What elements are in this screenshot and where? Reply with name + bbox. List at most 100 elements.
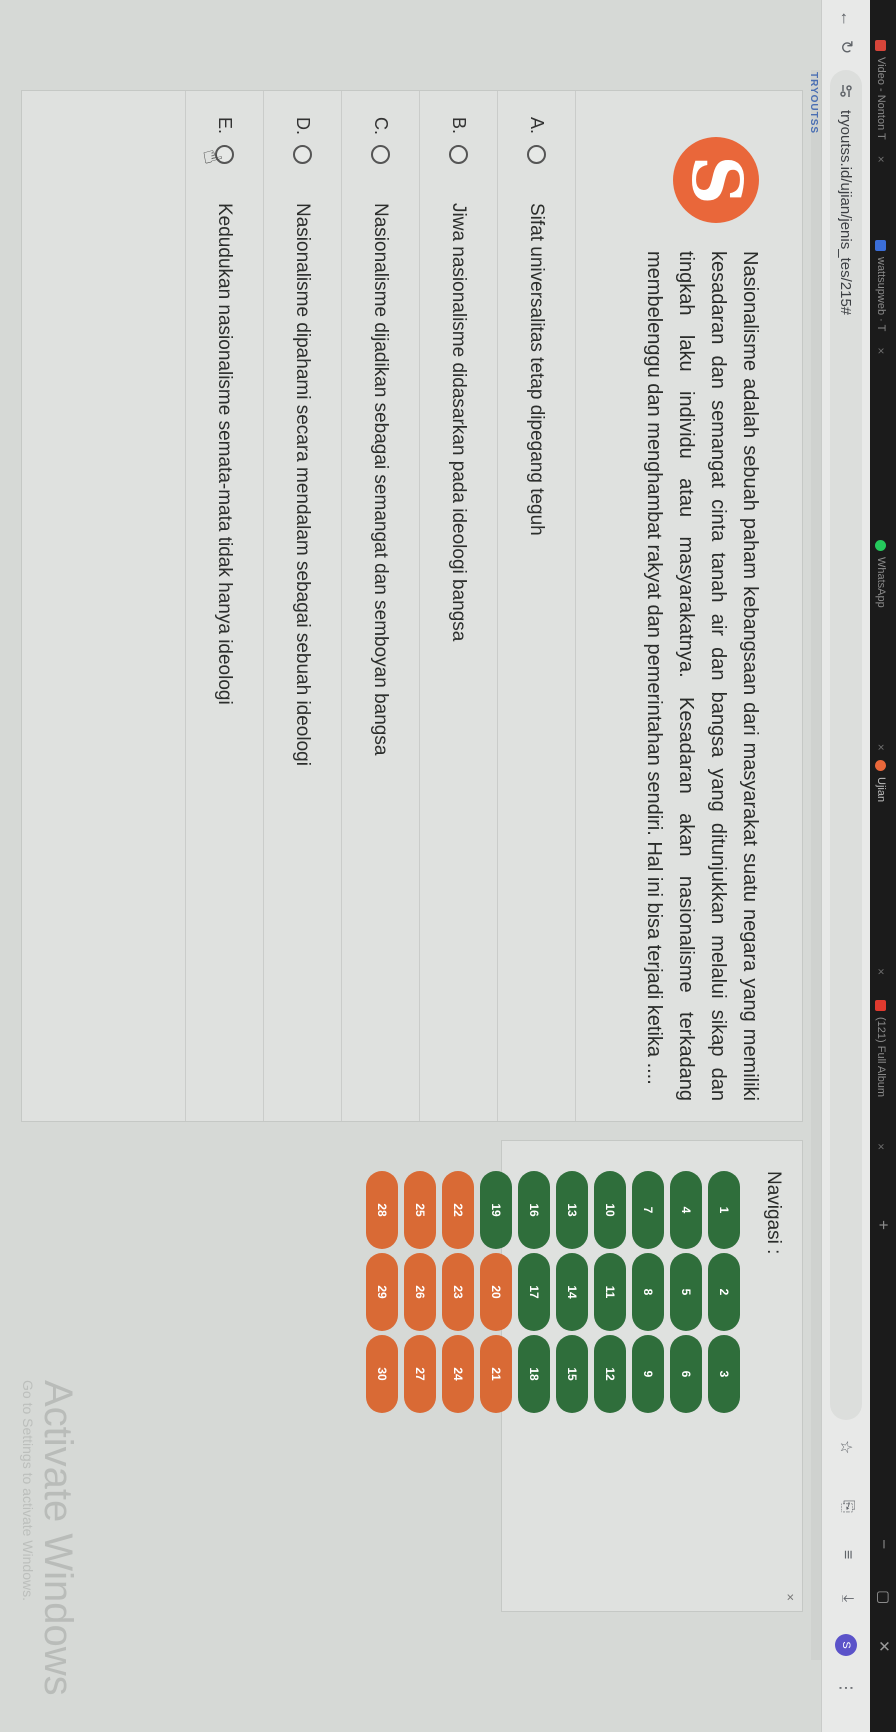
question-nav-button[interactable]: 24 <box>442 1335 474 1413</box>
question-nav-button[interactable]: 6 <box>670 1335 702 1413</box>
question-nav-button[interactable]: 26 <box>404 1253 436 1331</box>
option-letter: D. <box>293 117 313 135</box>
question-nav-button[interactable]: 10 <box>594 1171 626 1249</box>
question-nav-button[interactable]: 5 <box>670 1253 702 1331</box>
tab-strip: Video - Nonton T × wattsupweb · T × What… <box>870 0 896 1732</box>
watermark-title: Activate Windows <box>36 1380 80 1696</box>
star-icon[interactable]: ☆ <box>836 1440 856 1454</box>
tab-favicon <box>875 540 887 551</box>
tab-ujian[interactable]: Ujian × <box>871 760 891 975</box>
back-icon[interactable]: ← <box>836 10 856 27</box>
page-content: TRYOUTSS S Nasionalisme adalah sebuah pa… <box>0 0 821 1732</box>
option-c[interactable]: C. Nasionalisme dijadikan sebagai semang… <box>342 91 420 1121</box>
avatar[interactable]: S <box>835 1634 857 1656</box>
question-nav-button[interactable]: 17 <box>518 1253 550 1331</box>
close-icon[interactable]: × <box>783 1593 798 1601</box>
close-icon[interactable]: × <box>874 1143 888 1150</box>
option-d[interactable]: D. Nasionalisme dipahami secara mendalam… <box>264 91 342 1121</box>
site-brand[interactable]: TRYOUTSS <box>808 72 819 134</box>
tab-full-album[interactable]: (121) Full Album × <box>871 1000 891 1150</box>
question-number-grid: 1 2 3 4 5 6 7 8 9 10 11 12 13 14 15 16 17 18 19 20 21 22 23 24 2… <box>366 1171 740 1413</box>
question-nav-button[interactable]: 30 <box>366 1335 398 1413</box>
navigation-panel: Navigasi : × 1 2 3 4 5 6 7 8 9 10 11 12 13 14 15 16 17 18… <box>366 1140 803 1612</box>
radio-button[interactable] <box>371 145 390 164</box>
logo: S <box>673 137 759 223</box>
radio-button[interactable] <box>449 145 468 164</box>
tab-favicon <box>875 1000 887 1011</box>
close-icon[interactable]: × <box>874 744 888 751</box>
question-nav-button[interactable]: 18 <box>518 1335 550 1413</box>
close-icon[interactable]: × <box>874 156 888 163</box>
question-nav-button[interactable]: 3 <box>708 1335 740 1413</box>
download-icon[interactable]: ⤓ <box>838 1595 856 1602</box>
question-nav-button[interactable]: 9 <box>632 1335 664 1413</box>
question-nav-button[interactable]: 13 <box>556 1171 588 1249</box>
tab-wattsupweb[interactable]: wattsupweb · T × <box>871 240 891 354</box>
option-text: Nasionalisme dijadikan sebagai semangat … <box>370 203 392 756</box>
question-nav-button[interactable]: 1 <box>708 1171 740 1249</box>
tab-video[interactable]: Video - Nonton T × <box>871 40 891 163</box>
option-b[interactable]: B. Jiwa nasionalisme didasarkan pada ide… <box>420 91 498 1121</box>
question-nav-button[interactable]: 4 <box>670 1171 702 1249</box>
question-nav-button[interactable]: 19 <box>480 1171 512 1249</box>
question-nav-button[interactable]: 16 <box>518 1171 550 1249</box>
question-nav-button[interactable]: 28 <box>366 1171 398 1249</box>
option-text: Sifat universalitas tetap dipegang teguh <box>526 203 548 536</box>
playlist-icon[interactable]: ≡ <box>838 1550 856 1559</box>
close-icon[interactable]: × <box>874 968 888 975</box>
question-nav-button[interactable]: 7 <box>632 1171 664 1249</box>
question-nav-button[interactable]: 15 <box>556 1335 588 1413</box>
watermark-subtitle: Go to Settings to activate Windows. <box>20 1380 36 1601</box>
tab-favicon <box>875 240 887 251</box>
tab-label: WhatsApp <box>875 557 887 608</box>
question-nav-button[interactable]: 12 <box>594 1335 626 1413</box>
navigation-title: Navigasi : <box>763 1171 784 1255</box>
question-nav-button[interactable]: 11 <box>594 1253 626 1331</box>
option-e[interactable]: E. Kedudukan nasionalisme semata-mata ti… <box>185 91 264 1121</box>
option-a[interactable]: A. Sifat universalitas tetap dipegang te… <box>498 91 576 1121</box>
address-bar[interactable]: tryoutss.id/ujian/jenis_tes/215# <box>830 70 862 1420</box>
option-letter: B. <box>449 117 469 135</box>
tab-label: Video - Nonton T <box>875 57 887 140</box>
tab-label: Ujian <box>875 777 887 803</box>
screen-rotated: Video - Nonton T × wattsupweb · T × What… <box>0 0 896 1732</box>
question-nav-button[interactable]: 8 <box>632 1253 664 1331</box>
question-nav-button[interactable]: 21 <box>480 1335 512 1413</box>
menu-icon[interactable]: ⋮ <box>836 1680 856 1696</box>
question-nav-button[interactable]: 14 <box>556 1253 588 1331</box>
close-icon[interactable]: × <box>874 347 888 354</box>
extension-icon[interactable]: ⎘ <box>838 1500 856 1513</box>
option-letter: E. <box>215 117 235 135</box>
option-letter: C. <box>371 117 391 135</box>
option-letter: A. <box>527 117 547 135</box>
tab-favicon <box>875 760 887 771</box>
question-nav-button[interactable]: 27 <box>404 1335 436 1413</box>
question-nav-button[interactable]: 29 <box>366 1253 398 1331</box>
browser-toolbar: ← ↻ tryoutss.id/ujian/jenis_tes/215# ☆ ⎘… <box>821 0 870 1732</box>
tab-whatsapp[interactable]: WhatsApp × <box>871 540 891 751</box>
site-header <box>811 70 821 1660</box>
question-nav-button[interactable]: 23 <box>442 1253 474 1331</box>
windows-activation-watermark: Activate Windows Go to Settings to activ… <box>19 1380 80 1696</box>
radio-button[interactable] <box>293 145 312 164</box>
option-text: Kedudukan nasionalisme semata-mata tidak… <box>214 203 236 705</box>
maximize-button[interactable]: ▢ <box>875 1590 893 1604</box>
question-nav-button[interactable]: 25 <box>404 1171 436 1249</box>
tab-label: (121) Full Album <box>875 1017 887 1098</box>
question-text: Nasionalisme adalah sebuah paham kebangs… <box>643 251 761 1101</box>
url-text: tryoutss.id/ujian/jenis_tes/215# <box>837 110 855 316</box>
tab-favicon <box>875 40 887 51</box>
minimize-button[interactable]: – <box>876 1540 893 1548</box>
option-text: Nasionalisme dipahami secara mendalam se… <box>292 203 314 766</box>
question-nav-button[interactable]: 20 <box>480 1253 512 1331</box>
close-window-button[interactable]: ✕ <box>875 1640 893 1653</box>
reload-icon[interactable]: ↻ <box>836 40 856 54</box>
tab-label: wattsupweb · T <box>875 257 887 332</box>
question-nav-button[interactable]: 22 <box>442 1171 474 1249</box>
answer-options: A. Sifat universalitas tetap dipegang te… <box>185 91 576 1121</box>
new-tab-button[interactable]: + <box>873 1220 893 1230</box>
radio-button[interactable] <box>527 145 546 164</box>
question-nav-button[interactable]: 2 <box>708 1253 740 1331</box>
site-info-icon[interactable] <box>839 84 853 100</box>
option-text: Jiwa nasionalisme didasarkan pada ideolo… <box>448 203 470 642</box>
